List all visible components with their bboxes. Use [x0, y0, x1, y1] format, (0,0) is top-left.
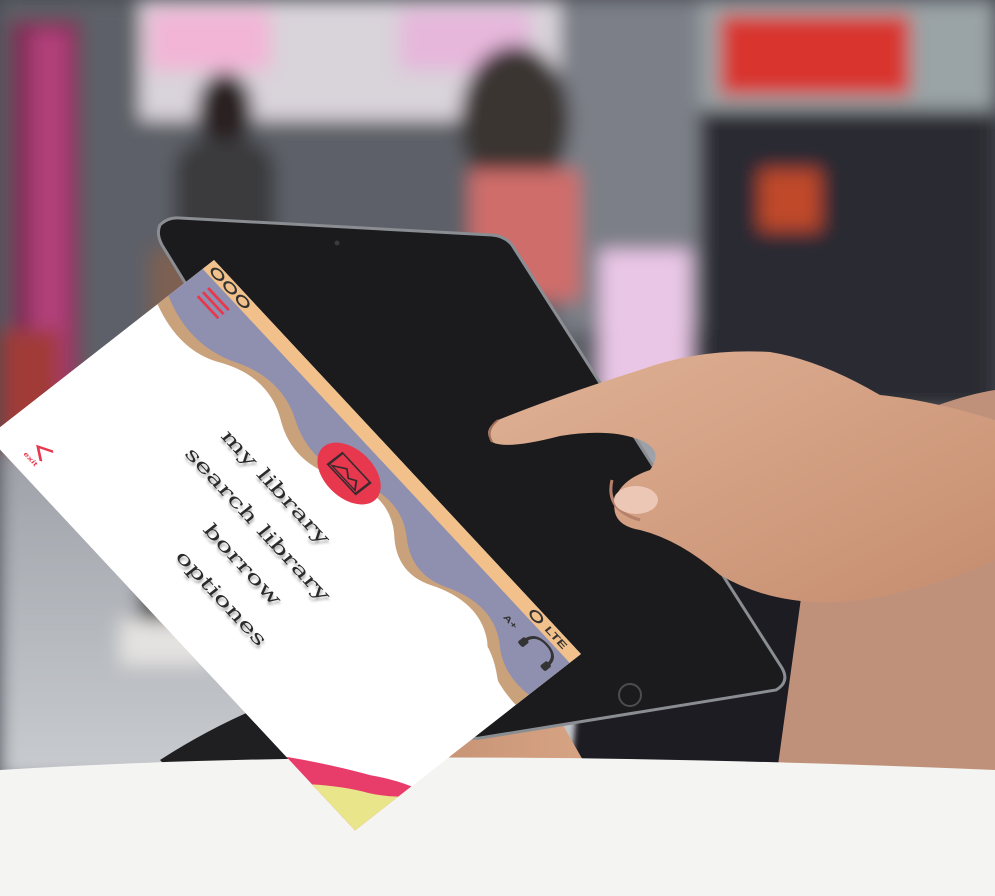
photo-scene: LTE A+ my library search library borrow …: [0, 0, 995, 896]
pointing-hand: [488, 351, 995, 603]
